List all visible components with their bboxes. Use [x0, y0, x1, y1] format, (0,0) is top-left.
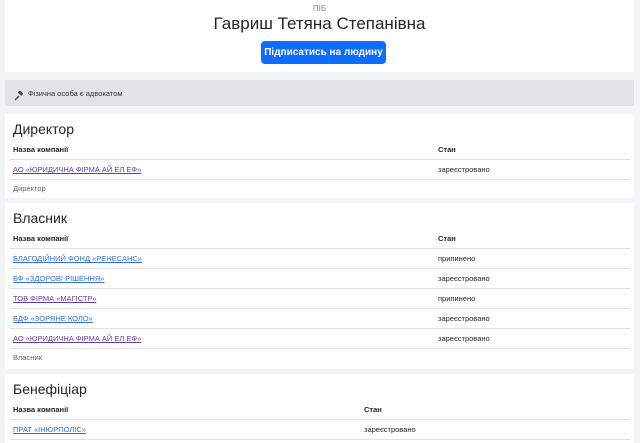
table-row: АО «ЮРИДИЧНА ФІРМА АЙ ЕЛ ЕФ» зареєстрова…: [10, 328, 630, 349]
company-link[interactable]: ТОВ ФІРМА «МАГІСТР»: [13, 294, 96, 303]
company-link[interactable]: БФ «ЗДОРОВІ РІШЕННЯ»: [13, 274, 104, 283]
role-label: Директор: [13, 184, 46, 193]
gavel-icon: [14, 88, 24, 101]
person-name: Гавриш Тетяна Степанівна: [213, 14, 426, 33]
company-state: зареєстровано: [438, 165, 490, 174]
table-row: БДФ «ЗОРЯНЕ КОЛО» зареєстровано: [10, 308, 630, 329]
col-company: Назва компанії: [13, 405, 69, 414]
section-beneficiary: Бенефіціар Назва компанії Стан ПРАТ «ІНЮ…: [5, 374, 634, 443]
col-company: Назва компанії: [13, 145, 69, 154]
col-company: Назва компанії: [13, 234, 69, 243]
section-owner: Власник Назва компанії Стан БЛАГОДІЙНИЙ …: [5, 203, 634, 369]
company-link[interactable]: АО «ЮРИДИЧНА ФІРМА АЙ ЕЛ ЕФ»: [13, 334, 141, 343]
person-header: ПІБ Гавриш Тетяна Степанівна Підписатись…: [5, 0, 634, 72]
table-row: БЛАГОДІЙНИЙ ФОНД «РЕНЕСАНС» припинено: [10, 248, 630, 269]
company-state: зареєстровано: [438, 274, 490, 283]
company-state: припинено: [438, 254, 476, 263]
company-link[interactable]: ПРАТ «ІНЮРПОЛІС»: [13, 425, 86, 434]
table-row: ТОВ ФІРМА «МАГІСТР» припинено: [10, 288, 630, 309]
section-title: Власник: [13, 210, 67, 226]
section-director: Директор Назва компанії Стан АО «ЮРИДИЧН…: [5, 114, 634, 198]
table-row: БФ «ЗДОРОВІ РІШЕННЯ» зареєстровано: [10, 268, 630, 289]
section-title: Директор: [13, 121, 74, 137]
section-title: Бенефіціар: [13, 381, 87, 397]
role-label: Власник: [13, 353, 42, 362]
table-header: Назва компанії Стан: [10, 139, 630, 160]
table-header: Назва компанії Стан: [10, 228, 630, 249]
person-label: ПІБ: [312, 4, 327, 13]
company-state: припинено: [438, 294, 476, 303]
company-state: зареєстровано: [438, 314, 490, 323]
table-row: АО «ЮРИДИЧНА ФІРМА АЙ ЕЛ ЕФ» зареєстрова…: [10, 159, 630, 180]
col-state: Стан: [364, 405, 382, 414]
subscribe-button[interactable]: Підписатись на людину: [261, 41, 386, 64]
company-link[interactable]: АО «ЮРИДИЧНА ФІРМА АЙ ЕЛ ЕФ»: [13, 165, 141, 174]
col-state: Стан: [438, 145, 456, 154]
col-state: Стан: [438, 234, 456, 243]
lawyer-note: Фізична особа є адвокатом: [5, 80, 634, 106]
table-header: Назва компанії Стан: [10, 399, 630, 420]
table-row: ПРАТ «ІНЮРПОЛІС» зареєстровано: [10, 419, 630, 440]
company-state: зареєстровано: [438, 334, 490, 343]
company-state: зареєстровано: [364, 425, 416, 434]
company-link[interactable]: БДФ «ЗОРЯНЕ КОЛО»: [13, 314, 93, 323]
company-link[interactable]: БЛАГОДІЙНИЙ ФОНД «РЕНЕСАНС»: [13, 254, 142, 263]
lawyer-note-text: Фізична особа є адвокатом: [28, 88, 123, 98]
